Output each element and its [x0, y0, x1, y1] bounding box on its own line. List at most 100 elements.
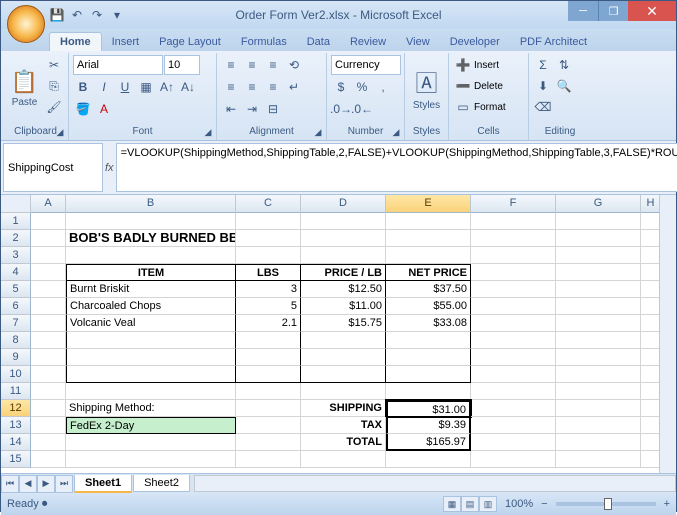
cell[interactable]: [31, 417, 66, 434]
cell[interactable]: [31, 451, 66, 468]
cell[interactable]: [471, 298, 556, 315]
cell[interactable]: Charcoaled Chops: [66, 298, 236, 315]
find-button[interactable]: 🔍: [554, 76, 574, 96]
font-launcher[interactable]: ◢: [202, 126, 214, 138]
tab-data[interactable]: Data: [297, 33, 340, 51]
tab-insert[interactable]: Insert: [102, 33, 150, 51]
shrink-font-button[interactable]: A↓: [178, 77, 198, 97]
cell[interactable]: [386, 366, 471, 383]
cell[interactable]: [66, 383, 236, 400]
cell[interactable]: [66, 332, 236, 349]
font-name-combo[interactable]: [73, 55, 163, 75]
cell[interactable]: [301, 366, 386, 383]
font-size-combo[interactable]: [164, 55, 200, 75]
cell[interactable]: $12.50: [301, 281, 386, 298]
cell[interactable]: [641, 349, 661, 366]
align-bottom-button[interactable]: ≡: [263, 55, 283, 75]
tab-home[interactable]: Home: [49, 32, 102, 51]
worksheet-grid[interactable]: ABCDEFGH 123456789101112131415 BOB'S BAD…: [1, 195, 676, 473]
cell[interactable]: [386, 383, 471, 400]
cell[interactable]: TAX: [301, 417, 386, 434]
cell[interactable]: [31, 298, 66, 315]
cell[interactable]: [386, 332, 471, 349]
vertical-scrollbar[interactable]: [659, 195, 676, 473]
select-all-corner[interactable]: [1, 195, 31, 213]
row-header-6[interactable]: 6: [1, 298, 31, 315]
cell[interactable]: [556, 281, 641, 298]
cell[interactable]: [31, 400, 66, 417]
sheet-nav-prev[interactable]: ◀: [19, 475, 37, 493]
clipboard-launcher[interactable]: ◢: [54, 126, 66, 138]
tab-formulas[interactable]: Formulas: [231, 33, 297, 51]
insert-cells-button[interactable]: ➕Insert: [453, 55, 524, 75]
col-header-D[interactable]: D: [301, 195, 386, 213]
cell[interactable]: [31, 230, 66, 247]
cell[interactable]: [471, 349, 556, 366]
format-painter-button[interactable]: 🖌: [44, 97, 64, 117]
col-header-H[interactable]: H: [641, 195, 661, 213]
copy-button[interactable]: ⎘: [44, 76, 64, 96]
tab-page-layout[interactable]: Page Layout: [149, 33, 231, 51]
col-header-F[interactable]: F: [471, 195, 556, 213]
percent-button[interactable]: %: [352, 77, 372, 97]
zoom-in-button[interactable]: +: [664, 498, 670, 510]
decrease-decimal-button[interactable]: .0←: [352, 99, 372, 119]
cell[interactable]: [556, 417, 641, 434]
cell[interactable]: 2.1: [236, 315, 301, 332]
tab-developer[interactable]: Developer: [440, 33, 510, 51]
row-header-11[interactable]: 11: [1, 383, 31, 400]
alignment-launcher[interactable]: ◢: [312, 126, 324, 138]
cell[interactable]: [386, 349, 471, 366]
row-header-15[interactable]: 15: [1, 451, 31, 468]
cell[interactable]: 3: [236, 281, 301, 298]
cell[interactable]: [66, 366, 236, 383]
italic-button[interactable]: I: [94, 77, 114, 97]
cell[interactable]: [236, 434, 301, 451]
col-header-C[interactable]: C: [236, 195, 301, 213]
cell[interactable]: [236, 332, 301, 349]
cell[interactable]: [31, 315, 66, 332]
cell[interactable]: [471, 383, 556, 400]
increase-indent-button[interactable]: ⇥: [242, 99, 262, 119]
row-header-3[interactable]: 3: [1, 247, 31, 264]
bold-button[interactable]: B: [73, 77, 93, 97]
cell[interactable]: [641, 417, 661, 434]
cell[interactable]: [556, 400, 641, 417]
font-color-button[interactable]: A: [94, 99, 114, 119]
cell[interactable]: [641, 400, 661, 417]
name-box[interactable]: [3, 143, 103, 192]
cell[interactable]: [641, 383, 661, 400]
row-header-7[interactable]: 7: [1, 315, 31, 332]
sheet-nav-last[interactable]: ⏭: [55, 475, 73, 493]
col-header-E[interactable]: E: [386, 195, 471, 213]
cell[interactable]: 5: [236, 298, 301, 315]
row-header-9[interactable]: 9: [1, 349, 31, 366]
cell[interactable]: [386, 451, 471, 468]
cell[interactable]: [236, 366, 301, 383]
cell[interactable]: PRICE / LB: [301, 264, 386, 281]
cut-button[interactable]: ✂: [44, 55, 64, 75]
cell[interactable]: [641, 315, 661, 332]
cell[interactable]: [31, 247, 66, 264]
cell[interactable]: [641, 247, 661, 264]
row-header-2[interactable]: 2: [1, 230, 31, 247]
cell[interactable]: [236, 230, 301, 247]
cell[interactable]: [471, 451, 556, 468]
cell[interactable]: [641, 434, 661, 451]
cell[interactable]: FedEx 2-Day: [66, 417, 236, 434]
cells-area[interactable]: BOB'S BADLY BURNED BBQITEMLBSPRICE / LBN…: [31, 213, 661, 468]
row-header-5[interactable]: 5: [1, 281, 31, 298]
cell[interactable]: [301, 230, 386, 247]
cell[interactable]: [556, 383, 641, 400]
cell[interactable]: [66, 213, 236, 230]
sheet-nav-first[interactable]: ⏮: [1, 475, 19, 493]
cell[interactable]: [66, 247, 236, 264]
increase-decimal-button[interactable]: .0→: [331, 99, 351, 119]
macro-record-icon[interactable]: ⏺: [42, 498, 48, 510]
tab-review[interactable]: Review: [340, 33, 396, 51]
cell[interactable]: [31, 264, 66, 281]
page-break-view-button[interactable]: ▥: [479, 496, 497, 512]
cell[interactable]: [556, 315, 641, 332]
col-header-B[interactable]: B: [66, 195, 236, 213]
cell[interactable]: [641, 366, 661, 383]
